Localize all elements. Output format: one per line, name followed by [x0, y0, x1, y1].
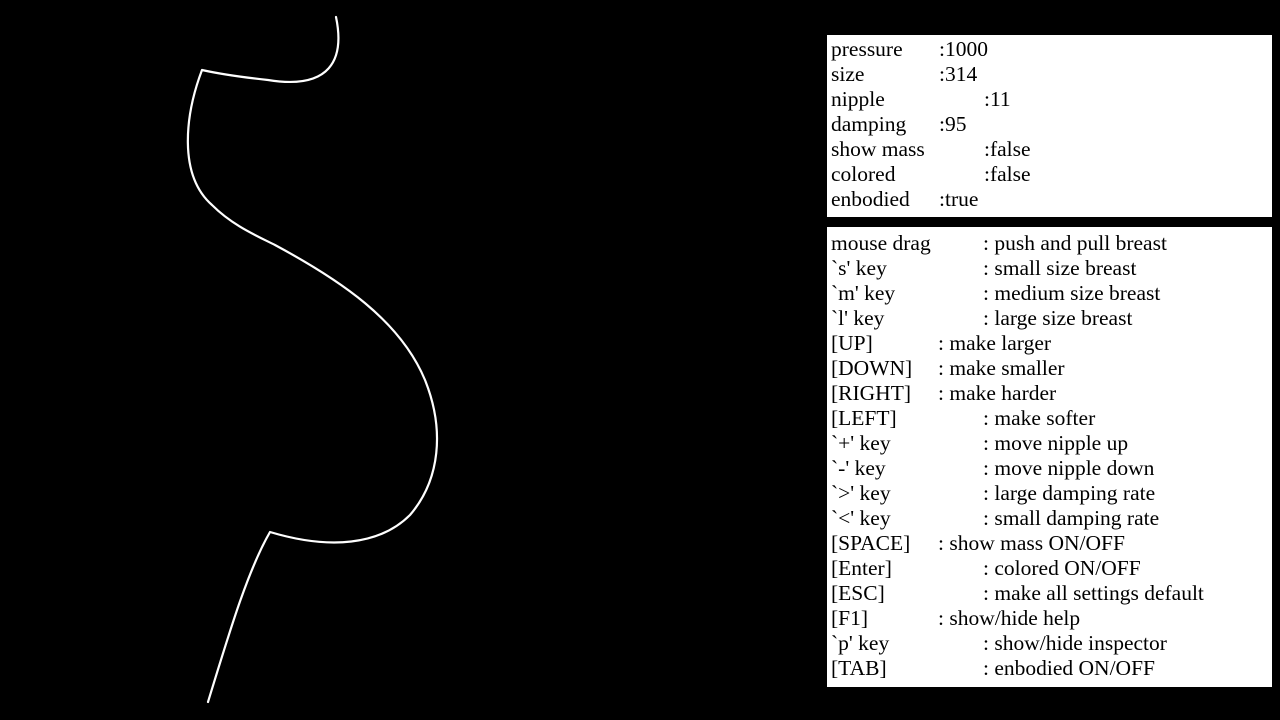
help-description: : make larger: [938, 331, 1052, 355]
help-description: : show/hide inspector: [983, 631, 1167, 655]
inspector-value: :95: [939, 112, 967, 136]
help-description: : make softer: [983, 406, 1096, 430]
help-description: : medium size breast: [983, 281, 1161, 305]
help-key: `l' key: [831, 306, 885, 330]
help-key: [F1]: [831, 606, 869, 630]
help-description: : move nipple up: [983, 431, 1129, 455]
help-row: [Enter] : colored ON/OFF: [831, 556, 1272, 581]
help-key: `m' key: [831, 281, 896, 305]
help-description: : show mass ON/OFF: [938, 531, 1125, 555]
help-key: `s' key: [831, 256, 887, 280]
inspector-row-pressure: pressure :1000: [831, 37, 1272, 62]
help-description: : make smaller: [938, 356, 1065, 380]
help-description: : colored ON/OFF: [983, 556, 1141, 580]
help-description: : show/hide help: [938, 606, 1081, 630]
help-row: [UP] : make larger: [831, 331, 1272, 356]
help-row: `+' key : move nipple up: [831, 431, 1272, 456]
help-key: [Enter]: [831, 556, 892, 580]
help-key: [DOWN]: [831, 356, 913, 380]
help-row: `>' key : large damping rate: [831, 481, 1272, 506]
inspector-row-nipple: nipple :11: [831, 87, 1272, 112]
inspector-panel: pressure :1000 size :314 nipple :11 damp…: [827, 35, 1272, 217]
help-key: [UP]: [831, 331, 873, 355]
help-row: [TAB] : enbodied ON/OFF: [831, 656, 1272, 681]
help-row: [F1] : show/hide help: [831, 606, 1272, 631]
help-row: [RIGHT] : make harder: [831, 381, 1272, 406]
help-row: [DOWN] : make smaller: [831, 356, 1272, 381]
inspector-key: nipple: [831, 87, 885, 111]
help-description: : large damping rate: [983, 481, 1156, 505]
help-key: `<' key: [831, 506, 891, 530]
help-row: `l' key : large size breast: [831, 306, 1272, 331]
help-row: `-' key : move nipple down: [831, 456, 1272, 481]
help-description: : enbodied ON/OFF: [983, 656, 1155, 680]
help-row: [LEFT] : make softer: [831, 406, 1272, 431]
inspector-value: :false: [984, 137, 1031, 161]
help-key: `>' key: [831, 481, 891, 505]
help-key: [TAB]: [831, 656, 887, 680]
help-row: `s' key : small size breast: [831, 256, 1272, 281]
help-key: [RIGHT]: [831, 381, 912, 405]
inspector-key: size: [831, 62, 865, 86]
inspector-row-show-mass: show mass :false: [831, 137, 1272, 162]
help-row: `<' key : small damping rate: [831, 506, 1272, 531]
inspector-row-size: size :314: [831, 62, 1272, 87]
help-key: `p' key: [831, 631, 890, 655]
inspector-key: pressure: [831, 37, 903, 61]
inspector-value: :true: [939, 187, 979, 211]
help-description: : large size breast: [983, 306, 1133, 330]
help-row: mouse drag : push and pull breast: [831, 231, 1272, 256]
help-key: mouse drag: [831, 231, 931, 255]
help-description: : make all settings default: [983, 581, 1204, 605]
inspector-key: damping: [831, 112, 907, 136]
inspector-value: :11: [984, 87, 1011, 111]
inspector-key: colored: [831, 162, 896, 186]
inspector-value: :314: [939, 62, 978, 86]
help-key: `+' key: [831, 431, 891, 455]
inspector-value: :false: [984, 162, 1031, 186]
inspector-key: show mass: [831, 137, 925, 161]
inspector-value: :1000: [939, 37, 988, 61]
help-description: : make harder: [938, 381, 1057, 405]
help-row: `m' key : medium size breast: [831, 281, 1272, 306]
help-key: `-' key: [831, 456, 886, 480]
help-row: `p' key : show/hide inspector: [831, 631, 1272, 656]
help-row: [ESC] : make all settings default: [831, 581, 1272, 606]
body-silhouette-curve[interactable]: [186, 15, 439, 704]
simulation-canvas[interactable]: pressure :1000 size :314 nipple :11 damp…: [0, 0, 1280, 720]
help-key: [ESC]: [831, 581, 885, 605]
help-row: [SPACE] : show mass ON/OFF: [831, 531, 1272, 556]
help-description: : small size breast: [983, 256, 1137, 280]
help-description: : push and pull breast: [983, 231, 1167, 255]
help-key: [SPACE]: [831, 531, 911, 555]
body-outline-drawing[interactable]: [0, 0, 800, 720]
inspector-row-enbodied: enbodied :true: [831, 187, 1272, 212]
inspector-row-damping: damping :95: [831, 112, 1272, 137]
inspector-key: enbodied: [831, 187, 910, 211]
help-key: [LEFT]: [831, 406, 897, 430]
inspector-row-colored: colored :false: [831, 162, 1272, 187]
help-description: : small damping rate: [983, 506, 1160, 530]
help-panel: mouse drag : push and pull breast `s' ke…: [827, 227, 1272, 687]
help-description: : move nipple down: [983, 456, 1155, 480]
